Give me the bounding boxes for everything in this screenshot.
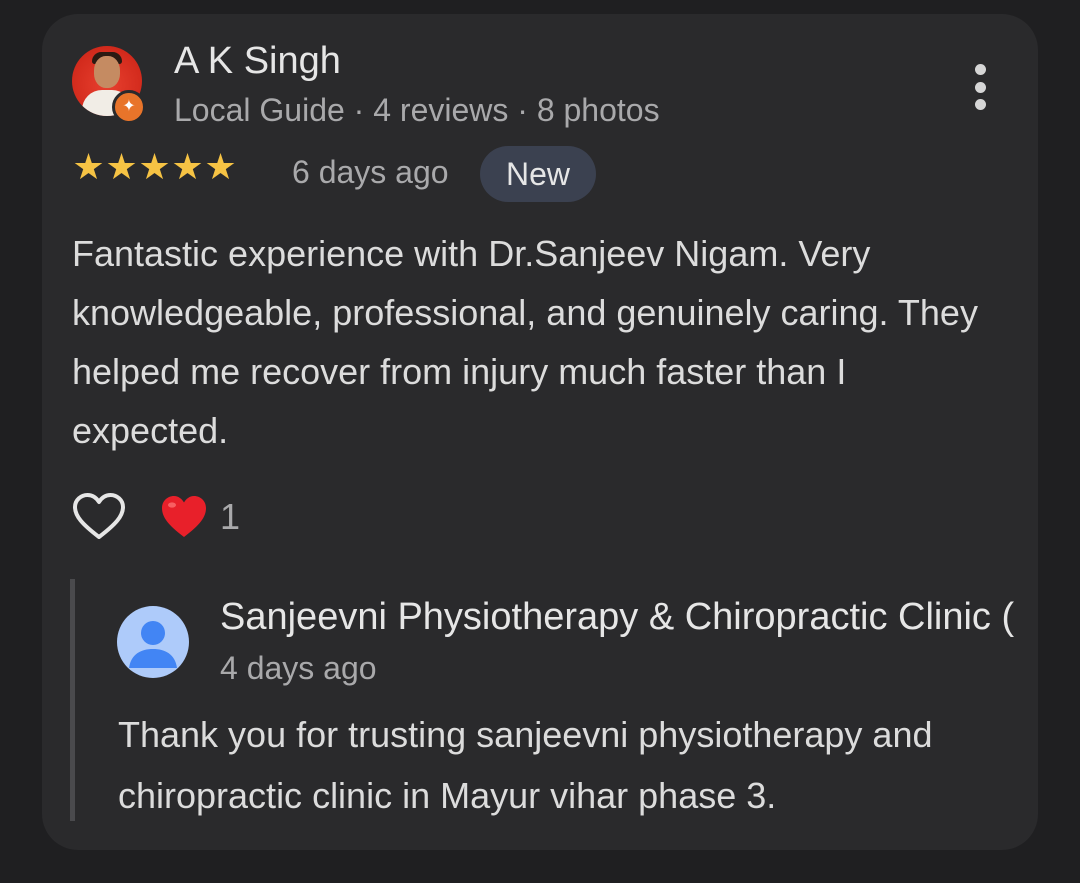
star-icon: ★ [171, 146, 204, 187]
reviewer-name[interactable]: A K Singh [174, 40, 341, 83]
person-icon [129, 621, 177, 668]
star-icon: ★ [204, 146, 237, 187]
review-text: Fantastic experience with Dr.Sanjeev Nig… [72, 233, 978, 451]
owner-name[interactable]: Sanjeevni Physiotherapy & Chiropractic C… [220, 596, 1014, 639]
review-date: 6 days ago [292, 154, 449, 190]
local-guide-badge-icon: ✦ [112, 90, 146, 124]
review-card: ✦ A K Singh Local Guide · 4 reviews · 8 … [42, 14, 1038, 850]
red-heart-icon[interactable] [160, 494, 208, 540]
more-options-icon[interactable] [962, 64, 998, 110]
heart-outline-icon[interactable] [72, 492, 126, 542]
reply-date: 4 days ago [220, 650, 377, 686]
star-icon: ★ [138, 146, 171, 187]
reply-text: Thank you for trusting sanjeevni physiot… [118, 714, 933, 816]
star-rating: ★ ★ ★ ★ ★ [72, 146, 237, 187]
reply-divider [70, 579, 75, 821]
star-icon: ★ [72, 146, 105, 187]
reaction-count: 1 [220, 496, 241, 537]
star-icon: ★ [105, 146, 138, 187]
owner-avatar[interactable] [117, 606, 189, 678]
new-badge: New [480, 146, 596, 202]
reviewer-meta: Local Guide · 4 reviews · 8 photos [174, 92, 660, 128]
